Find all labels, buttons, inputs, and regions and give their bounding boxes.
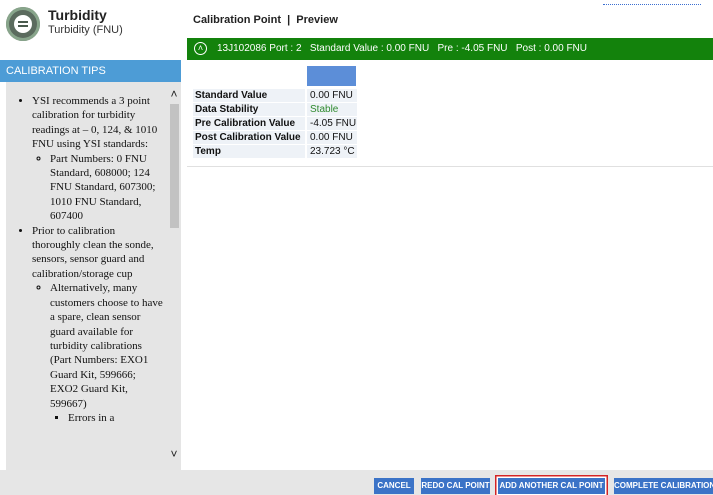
tip-text: Alternatively, many customers choose to … bbox=[50, 282, 163, 410]
detail-label: Data Stability bbox=[193, 103, 305, 116]
sensor-header: Turbidity Turbidity (FNU) bbox=[0, 0, 181, 48]
chevron-down-icon[interactable]: ˅ bbox=[167, 448, 181, 460]
sidebar: Turbidity Turbidity (FNU) CALIBRATION TI… bbox=[0, 0, 181, 470]
detail-label: Pre Calibration Value bbox=[193, 117, 305, 130]
tips-scrollbar[interactable]: ˄ ˅ bbox=[167, 82, 181, 470]
detail-label: Temp bbox=[193, 145, 305, 158]
sensor-subtitle: Turbidity (FNU) bbox=[48, 24, 123, 36]
tip-item: Prior to calibration thoroughly clean th… bbox=[32, 224, 164, 426]
detail-value: 23.723 °C bbox=[307, 145, 357, 158]
tip-subsubitem: Errors in a bbox=[68, 411, 164, 425]
calibration-tips-header: CALIBRATION TIPS bbox=[0, 60, 181, 82]
detail-row: Data Stability Stable bbox=[193, 103, 357, 116]
detail-value: Stable bbox=[307, 103, 357, 116]
detail-value: 0.00 FNU bbox=[307, 89, 357, 102]
calibration-tips-panel: YSI recommends a 3 point calibration for… bbox=[6, 82, 181, 470]
top-link[interactable] bbox=[603, 2, 701, 5]
tip-text: YSI recommends a 3 point calibration for… bbox=[32, 95, 158, 151]
add-another-cal-point-button[interactable]: ADD ANOTHER CAL POINT bbox=[498, 478, 605, 494]
tip-text: Prior to calibration thoroughly clean th… bbox=[32, 224, 154, 280]
sensor-title: Turbidity bbox=[48, 7, 107, 23]
detail-label: Standard Value bbox=[193, 89, 305, 102]
action-bar: CANCEL REDO CAL POINT ADD ANOTHER CAL PO… bbox=[0, 470, 713, 495]
detail-row: Pre Calibration Value -4.05 FNU bbox=[193, 117, 357, 130]
calibration-point-bar[interactable]: ˄ 13J102086 Port : 2 Standard Value : 0.… bbox=[187, 38, 713, 60]
calibration-summary: 13J102086 Port : 2 Standard Value : 0.00… bbox=[217, 43, 587, 54]
tip-subitem: Alternatively, many customers choose to … bbox=[50, 281, 164, 425]
detail-row: Temp 23.723 °C bbox=[193, 145, 357, 158]
detail-value: -4.05 FNU bbox=[307, 117, 357, 130]
detail-value: 0.00 FNU bbox=[307, 131, 357, 144]
calibration-details: Standard Value 0.00 FNU Data Stability S… bbox=[187, 60, 713, 167]
detail-row: Post Calibration Value 0.00 FNU bbox=[193, 131, 357, 144]
chevron-up-icon[interactable]: ˄ bbox=[167, 88, 181, 100]
complete-calibration-button[interactable]: COMPLETE CALIBRATION bbox=[614, 478, 713, 494]
turbidity-sensor-icon bbox=[6, 7, 40, 41]
scrollbar-thumb[interactable] bbox=[170, 104, 179, 228]
calibration-tips-content: YSI recommends a 3 point calibration for… bbox=[6, 82, 164, 470]
cancel-button[interactable]: CANCEL bbox=[374, 478, 414, 494]
collapse-icon[interactable]: ˄ bbox=[194, 42, 207, 55]
tip-text: Errors in a bbox=[68, 411, 115, 424]
detail-label: Post Calibration Value bbox=[193, 131, 305, 144]
tip-text: Part Numbers: 0 FNU Standard, 608000; 12… bbox=[50, 152, 156, 223]
value-column-header bbox=[307, 66, 356, 86]
page-title: Calibration Point | Preview bbox=[193, 14, 338, 26]
tip-subitem: Part Numbers: 0 FNU Standard, 608000; 12… bbox=[50, 152, 164, 224]
redo-cal-point-button[interactable]: REDO CAL POINT bbox=[421, 478, 490, 494]
tip-item: YSI recommends a 3 point calibration for… bbox=[32, 94, 164, 224]
detail-row: Standard Value 0.00 FNU bbox=[193, 89, 357, 102]
